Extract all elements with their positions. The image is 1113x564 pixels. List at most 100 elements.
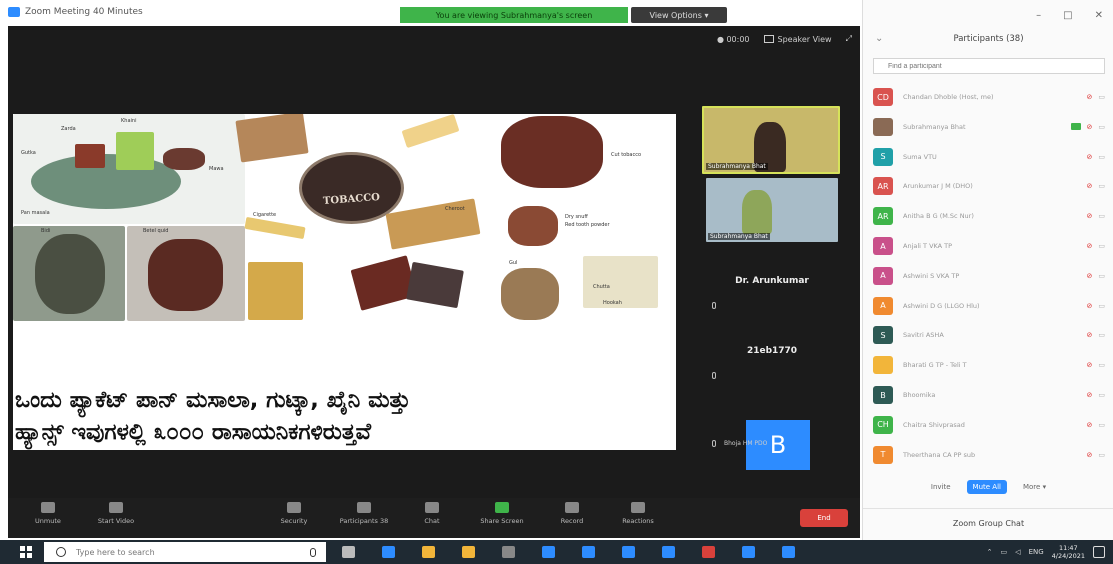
participant-row[interactable]: CH Chaitra Shivprasad ⊘ ▭ <box>873 414 1105 436</box>
participants-count: 38 <box>379 517 389 525</box>
notification-icon[interactable] <box>1093 546 1105 558</box>
muted-mic-icon[interactable]: ⊘ <box>1087 153 1093 161</box>
video-tile-1[interactable]: Subrahmanya Bhat <box>702 106 840 174</box>
muted-mic-icon[interactable]: ⊘ <box>1087 391 1093 399</box>
network-icon[interactable]: ▭ <box>1001 548 1008 556</box>
task-view-icon[interactable] <box>342 546 355 558</box>
avatar: S <box>873 326 893 345</box>
participant-row[interactable]: S Savitri ASHA ⊘ ▭ <box>873 324 1105 346</box>
participant-row[interactable]: AR Arunkumar J M (DHO) ⊘ ▭ <box>873 175 1105 197</box>
video-camera-icon <box>109 502 123 513</box>
muted-mic-icon[interactable]: ⊘ <box>1087 93 1093 101</box>
windows-start-icon[interactable] <box>20 546 32 558</box>
video-off-icon[interactable]: ▭ <box>1098 153 1105 161</box>
video-off-icon[interactable]: ▭ <box>1098 272 1105 280</box>
avatar: A <box>873 266 893 285</box>
photos-icon[interactable] <box>702 546 715 558</box>
video-off-icon[interactable]: ▭ <box>1098 242 1105 250</box>
video-off-icon[interactable]: ▭ <box>1098 302 1105 310</box>
participant-status: ⊘ ▭ <box>1070 122 1105 131</box>
zoom-group-chat[interactable]: Zoom Group Chat <box>863 508 1113 528</box>
video-tile-2[interactable]: Subrahmanya Bhat <box>706 178 838 242</box>
store-icon[interactable] <box>422 546 435 558</box>
video-off-icon[interactable]: ▭ <box>1098 391 1105 399</box>
participants-button[interactable]: Participants 38 <box>334 502 394 525</box>
record-button[interactable]: Record <box>542 502 602 525</box>
end-meeting-button[interactable]: End <box>800 509 848 527</box>
start-video-button[interactable]: Start Video <box>86 502 146 525</box>
zoom-app-icon <box>8 7 20 17</box>
muted-mic-icon[interactable]: ⊘ <box>1087 451 1093 459</box>
muted-mic-icon[interactable]: ⊘ <box>1087 242 1093 250</box>
camera-icon[interactable] <box>582 546 595 558</box>
mute-all-button[interactable]: Mute All <box>966 480 1007 494</box>
invite-button[interactable]: Invite <box>925 480 957 494</box>
media-icon[interactable] <box>782 546 795 558</box>
word-icon[interactable] <box>622 546 635 558</box>
participant-status: ⊘ ▭ <box>1087 451 1106 459</box>
muted-mic-icon <box>712 372 716 379</box>
muted-mic-icon[interactable]: ⊘ <box>1087 182 1093 190</box>
video-off-icon[interactable]: ▭ <box>1098 361 1105 369</box>
volume-icon[interactable]: ◁ <box>1015 548 1020 556</box>
view-options-button[interactable]: View Options ▾ <box>631 7 727 23</box>
language-indicator[interactable]: ENG <box>1029 548 1044 556</box>
taskbar-search[interactable]: Type here to search <box>44 542 326 562</box>
participant-row[interactable]: A Ashwini D G (LLGO Hlu) ⊘ ▭ <box>873 295 1105 317</box>
muted-mic-icon[interactable]: ⊘ <box>1087 123 1093 131</box>
clock-time: 11:47 <box>1058 544 1078 552</box>
more-button[interactable]: More ▾ <box>1017 480 1052 494</box>
security-button[interactable]: Security <box>264 502 324 525</box>
clock[interactable]: 11:47 4/24/2021 <box>1052 544 1085 560</box>
participant-row[interactable]: A Ashwini S VKA TP ⊘ ▭ <box>873 265 1105 287</box>
muted-mic-icon[interactable]: ⊘ <box>1087 331 1093 339</box>
video-off-icon[interactable]: ▭ <box>1098 123 1105 131</box>
participant-row[interactable]: CD Chandan Dhoble (Host, me) ⊘ ▭ <box>873 86 1105 108</box>
video-tile-3-name[interactable]: Dr. Arunkumar <box>702 276 842 286</box>
chat-button[interactable]: Chat <box>402 502 462 525</box>
video-tile-4-name[interactable]: 21eb1770 <box>702 346 842 356</box>
zoom-taskbar-icon[interactable] <box>662 546 675 558</box>
muted-mic-icon[interactable]: ⊘ <box>1087 272 1093 280</box>
slide-tag: Gul <box>509 260 518 266</box>
muted-mic-icon[interactable]: ⊘ <box>1087 421 1093 429</box>
video-off-icon[interactable]: ▭ <box>1098 451 1105 459</box>
teams-icon[interactable] <box>542 546 555 558</box>
video-off-icon[interactable]: ▭ <box>1098 93 1105 101</box>
participant-row[interactable]: B Bhoomika ⊘ ▭ <box>873 384 1105 406</box>
participant-row[interactable]: A Anjali T VKA TP ⊘ ▭ <box>873 235 1105 257</box>
calculator-icon[interactable] <box>502 546 515 558</box>
video-off-icon[interactable]: ▭ <box>1098 331 1105 339</box>
participant-row[interactable]: AR Anitha B G (M.Sc Nur) ⊘ ▭ <box>873 205 1105 227</box>
find-participant-input[interactable] <box>873 58 1105 74</box>
minimize-icon[interactable]: – <box>1036 10 1041 21</box>
participant-row[interactable]: T Theerthana CA PP sub ⊘ ▭ <box>873 444 1105 466</box>
maximize-icon[interactable]: □ <box>1063 10 1072 21</box>
muted-mic-icon[interactable]: ⊘ <box>1087 361 1093 369</box>
close-icon[interactable]: ✕ <box>1095 10 1103 21</box>
unmute-button[interactable]: Unmute <box>18 502 78 525</box>
chevron-up-icon[interactable]: ⌃ <box>987 548 993 556</box>
muted-mic-icon[interactable]: ⊘ <box>1087 302 1093 310</box>
fullscreen-icon[interactable]: ⤢ <box>846 34 852 44</box>
recording-indicator: ● 00:00 <box>716 34 750 44</box>
video-off-icon[interactable]: ▭ <box>1098 421 1105 429</box>
edge-icon[interactable] <box>382 546 395 558</box>
participant-row[interactable]: S Suma VTU ⊘ ▭ <box>873 146 1105 168</box>
cigarette-pack-image <box>350 255 418 311</box>
mail-icon[interactable] <box>742 546 755 558</box>
file-explorer-icon[interactable] <box>462 546 475 558</box>
participant-row[interactable]: Subrahmanya Bhat ⊘ ▭ <box>873 116 1105 138</box>
share-screen-button[interactable]: Share Screen <box>472 502 532 525</box>
dry-snuff-image <box>508 206 558 246</box>
panel-actions: Invite Mute All More ▾ <box>863 480 1113 494</box>
video-off-icon[interactable]: ▭ <box>1098 182 1105 190</box>
reactions-button[interactable]: Reactions <box>608 502 668 525</box>
video-off-icon[interactable]: ▭ <box>1098 212 1105 220</box>
shared-screen-slide: TOBACCO Zarda Khaini Gutka Pan masala Ma… <box>13 114 676 450</box>
speaker-view-button[interactable]: Speaker View <box>763 35 832 44</box>
slide-tag: Khaini <box>121 118 137 124</box>
participant-row[interactable]: Bharati G TP - Teli T ⊘ ▭ <box>873 354 1105 376</box>
participant-name: Anitha B G (M.Sc Nur) <box>903 212 974 221</box>
muted-mic-icon[interactable]: ⊘ <box>1087 212 1093 220</box>
